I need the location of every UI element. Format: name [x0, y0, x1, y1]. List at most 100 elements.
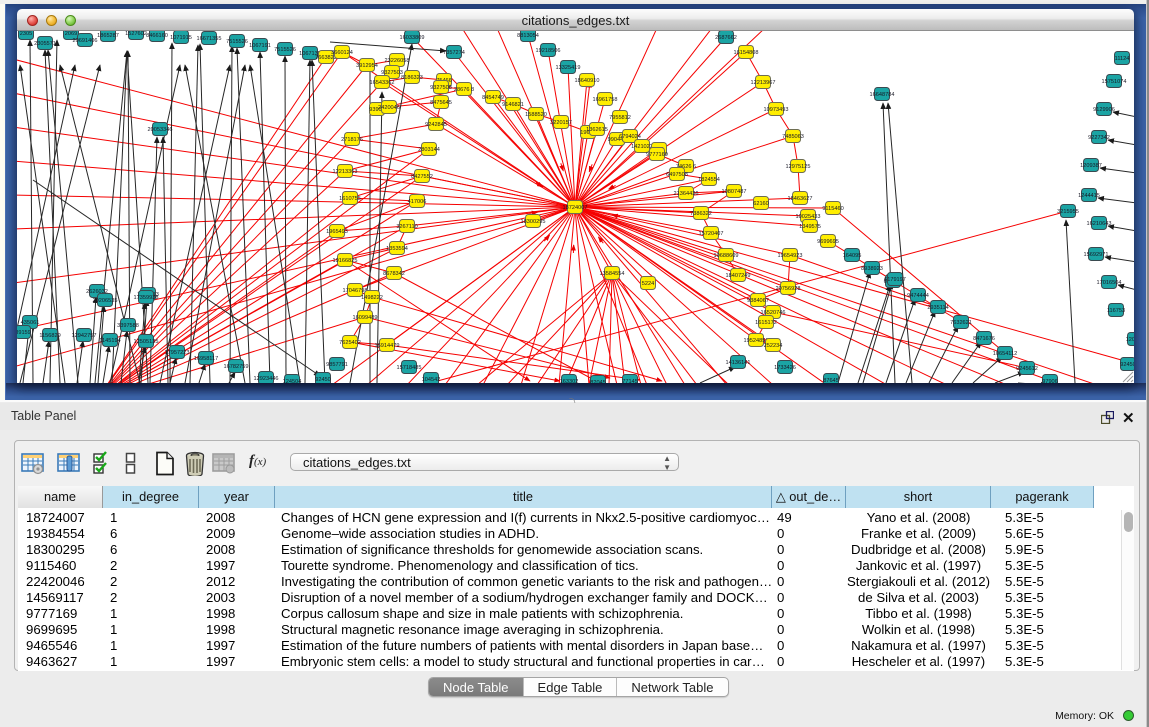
svg-text:17016504: 17016504 [1097, 280, 1122, 286]
svg-text:10654112: 10654112 [993, 351, 1017, 357]
svg-text:1156829: 1156829 [39, 333, 60, 339]
svg-text:7515526: 7515526 [226, 39, 248, 45]
svg-text:12505135: 12505135 [134, 339, 159, 345]
svg-text:18724007: 18724007 [563, 205, 588, 211]
svg-text:20691406: 20691406 [73, 38, 98, 44]
svg-text:9129906: 9129906 [1093, 107, 1115, 113]
svg-text:39159: 39159 [17, 330, 31, 336]
svg-text:8186323: 8186323 [401, 75, 423, 81]
svg-text:28676 8: 28676 8 [454, 87, 474, 93]
svg-text:8678342: 8678342 [383, 271, 405, 277]
svg-text:7357274: 7357274 [443, 50, 465, 56]
svg-text:6179197: 6179197 [884, 277, 906, 283]
svg-text:17359938: 17359938 [134, 295, 159, 301]
svg-text:19654923: 19654923 [778, 253, 803, 259]
svg-text:16648784: 16648784 [870, 92, 895, 98]
svg-text:8475645: 8475645 [430, 100, 452, 106]
svg-text:8427552: 8427552 [411, 174, 433, 180]
svg-text:15718485: 15718485 [397, 365, 422, 371]
svg-text:8471676: 8471676 [973, 336, 995, 342]
svg-text:12213363: 12213363 [333, 169, 358, 175]
svg-text:12923446: 12923446 [254, 376, 279, 382]
svg-text:16210643: 16210643 [1087, 221, 1112, 227]
svg-text:6497508: 6497508 [666, 172, 688, 178]
svg-text:1498222: 1498222 [361, 295, 383, 301]
svg-text:12942757: 12942757 [72, 333, 97, 339]
svg-text:16543362: 16543362 [370, 80, 395, 86]
svg-text:5224: 5224 [642, 281, 654, 287]
svg-text:3912954: 3912954 [356, 63, 378, 69]
svg-text:1733426: 1733426 [774, 365, 796, 371]
svg-text:1244415: 1244415 [1078, 193, 1100, 199]
svg-text:17046798: 17046798 [343, 288, 368, 294]
svg-text:16671355: 16671355 [197, 36, 222, 42]
svg-text:1353594: 1353594 [386, 246, 408, 252]
svg-text:10973493: 10973493 [764, 107, 789, 113]
svg-text:1824554: 1824554 [698, 177, 720, 183]
svg-text:11124: 11124 [1115, 56, 1130, 62]
svg-text:120103: 120103 [1126, 337, 1134, 343]
svg-text:2718176: 2718176 [341, 137, 363, 143]
svg-text:7485063: 7485063 [782, 134, 804, 140]
svg-text:8454749: 8454749 [482, 95, 504, 101]
svg-text:164095: 164095 [843, 253, 862, 259]
svg-text:1067191: 1067191 [249, 43, 271, 49]
svg-text:16958117: 16958117 [194, 356, 218, 362]
svg-text:3397588: 3397588 [117, 323, 139, 329]
svg-text:18640910: 18640910 [575, 78, 600, 84]
svg-text:87645: 87645 [823, 378, 839, 383]
svg-text:3267110: 3267110 [396, 224, 417, 230]
svg-text:7955812: 7955812 [609, 115, 631, 121]
svg-text:2305571: 2305571 [34, 41, 56, 47]
svg-text:15720407: 15720407 [699, 231, 724, 237]
svg-text:9242845: 9242845 [425, 122, 447, 128]
svg-text:18407249: 18407249 [726, 273, 751, 279]
svg-text:2687662: 2687662 [715, 35, 737, 41]
svg-text:82045: 82045 [590, 380, 606, 383]
svg-text:9327508: 9327508 [430, 85, 452, 91]
svg-text:1527602: 1527602 [125, 31, 147, 37]
svg-text:16782759: 16782759 [224, 364, 249, 370]
svg-text:104542: 104542 [422, 377, 441, 383]
svg-text:8813054: 8813054 [517, 33, 539, 39]
svg-text:16154808: 16154808 [734, 50, 759, 56]
svg-text:2305: 2305 [20, 31, 32, 37]
svg-text:21364436: 21364436 [674, 191, 699, 197]
svg-text:14136141: 14136141 [726, 360, 751, 366]
svg-text:3220157: 3220157 [550, 120, 572, 126]
svg-text:9474444: 9474444 [907, 293, 929, 299]
svg-text:7625402: 7625402 [339, 340, 361, 346]
svg-text:77145: 77145 [622, 379, 638, 383]
svg-text:2935114: 2935114 [927, 305, 948, 311]
svg-text:13325419: 13325419 [556, 65, 581, 71]
svg-text:20206535: 20206535 [93, 298, 118, 304]
svg-text:19166825: 19166825 [333, 258, 358, 264]
svg-text:2420046: 2420046 [378, 105, 400, 111]
svg-text:92450: 92450 [1120, 362, 1134, 368]
svg-text:1071915: 1071915 [170, 35, 192, 41]
svg-text:15692971: 15692971 [1084, 252, 1109, 258]
svg-text:1588520: 1588520 [525, 112, 547, 118]
svg-text:3660124: 3660124 [331, 50, 353, 56]
svg-text:18300295: 18300295 [521, 219, 546, 225]
svg-text:18463627: 18463627 [788, 196, 813, 202]
svg-text:8466160: 8466160 [146, 33, 168, 39]
svg-text:9777169: 9777169 [646, 152, 668, 158]
svg-text:17957223: 17957223 [165, 350, 190, 356]
svg-text:1865287: 1865287 [97, 33, 119, 39]
svg-text:10807487: 10807487 [722, 189, 747, 195]
svg-text:124504: 124504 [283, 379, 302, 383]
svg-text:9699695: 9699695 [817, 239, 839, 245]
svg-text:15751074: 15751074 [1102, 79, 1127, 85]
svg-text:1362615: 1362615 [586, 127, 608, 133]
svg-text:1615172: 1615172 [755, 320, 777, 326]
svg-text:1349575: 1349575 [799, 224, 821, 230]
svg-text:92450: 92450 [315, 377, 331, 383]
svg-text:62160: 62160 [753, 201, 769, 207]
svg-text:7515526: 7515526 [274, 47, 296, 53]
svg-text:97906: 97906 [1042, 379, 1058, 383]
svg-text:10688609: 10688609 [714, 253, 739, 259]
svg-text:252234: 252234 [764, 343, 783, 349]
svg-text:9115460: 9115460 [822, 206, 843, 212]
svg-text:20756928: 20756928 [776, 286, 801, 292]
